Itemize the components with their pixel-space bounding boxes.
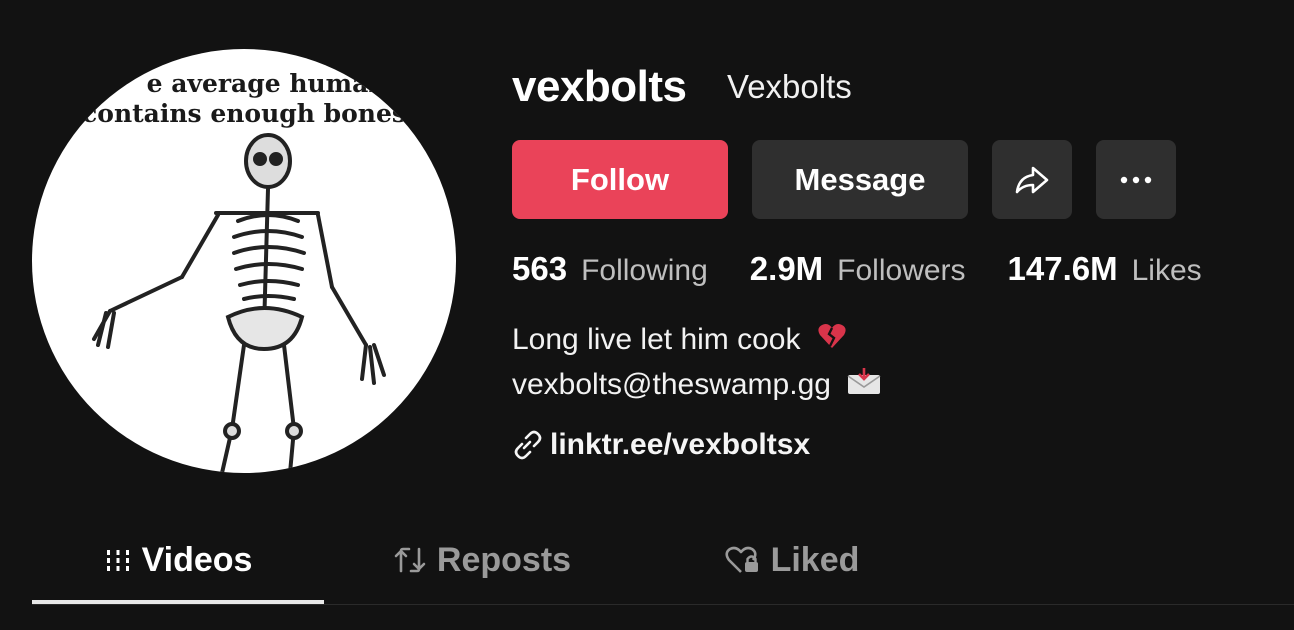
tab-videos-label: Videos: [141, 540, 253, 579]
repost-icon: [394, 547, 426, 573]
ellipsis-icon: [1120, 176, 1152, 183]
grid-icon: [106, 550, 129, 571]
share-arrow-icon: [1015, 166, 1049, 193]
bio-line1: Long live let him cook: [512, 318, 881, 363]
following-label: Following: [581, 254, 708, 287]
likes-count: 147.6M: [1007, 250, 1118, 287]
nickname: Vexbolts: [727, 68, 852, 105]
heart-lock-icon: [725, 546, 758, 573]
link-icon: [514, 430, 542, 460]
tab-reposts[interactable]: Reposts: [372, 520, 592, 600]
profile-stats: 563 Following 2.9M Followers 147.6M Like…: [512, 250, 1244, 288]
profile-link[interactable]: linktr.ee/vexboltsx: [512, 428, 810, 462]
likes-label: Likes: [1131, 254, 1202, 287]
message-button[interactable]: Message: [752, 140, 968, 219]
tab-liked-label: Liked: [770, 540, 860, 579]
active-tab-indicator: [32, 600, 324, 604]
share-button[interactable]: [992, 140, 1072, 219]
tab-reposts-label: Reposts: [436, 540, 572, 579]
envelope-icon: [847, 364, 881, 408]
bio-line2: vexbolts@theswamp.gg: [512, 363, 881, 408]
profile-tabs: Videos Reposts Liked: [32, 520, 1294, 605]
avatar[interactable]: e average human bo contains enough bones: [32, 49, 456, 473]
followers-stat[interactable]: 2.9M Followers: [750, 250, 966, 288]
followers-count: 2.9M: [749, 250, 824, 287]
bio-email: vexbolts@theswamp.gg: [512, 368, 831, 402]
following-stat[interactable]: 563 Following: [512, 250, 708, 288]
likes-stat: 147.6M Likes: [1008, 250, 1202, 288]
username: vexbolts: [512, 62, 687, 111]
follow-button[interactable]: Follow: [512, 140, 728, 219]
profile-link-text: linktr.ee/vexboltsx: [550, 428, 811, 461]
bio: Long live let him cook vexbolts@theswamp…: [512, 318, 881, 408]
following-count: 563: [512, 250, 568, 287]
skeleton-illustration: [92, 133, 386, 473]
tab-liked[interactable]: Liked: [692, 520, 892, 600]
followers-label: Followers: [837, 254, 966, 287]
bio-line1-text: Long live let him cook: [512, 323, 801, 356]
tab-videos[interactable]: Videos: [32, 520, 324, 600]
more-options-button[interactable]: [1096, 140, 1176, 219]
broken-heart-icon: [817, 319, 847, 363]
